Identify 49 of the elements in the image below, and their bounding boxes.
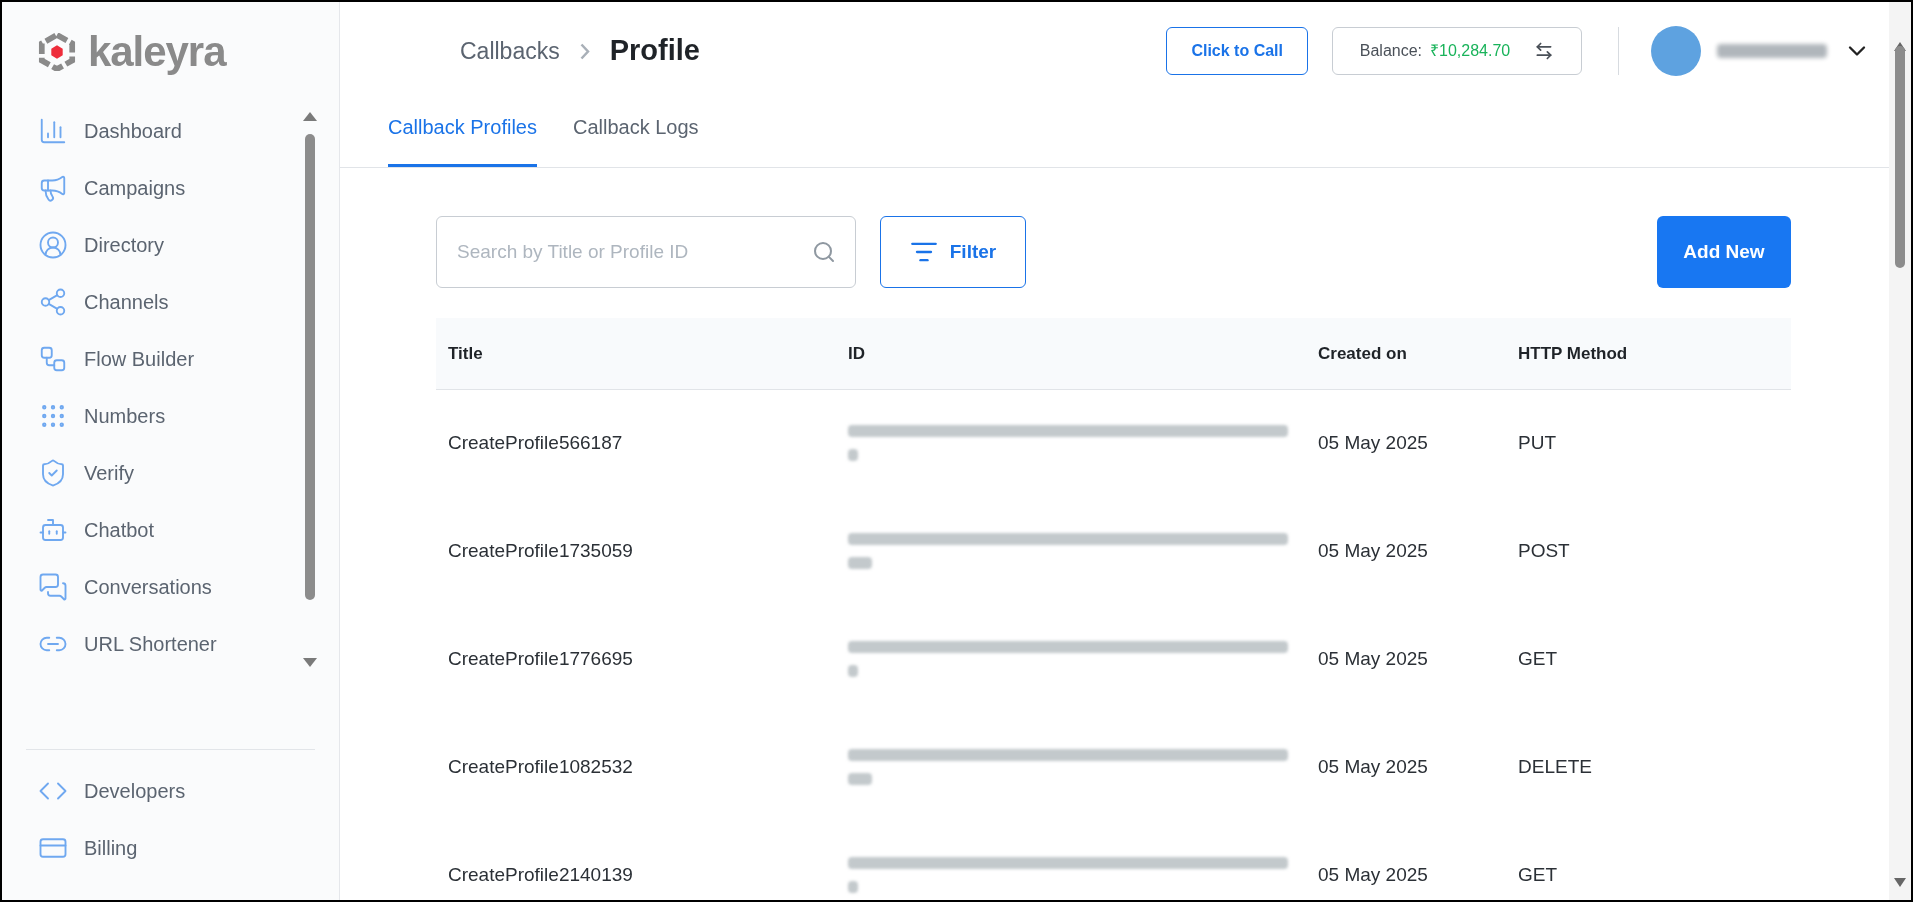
sidebar-item[interactable]: Chatbot: [2, 501, 339, 558]
logo-text: kaleyra: [88, 31, 226, 73]
table-cell: 05 May 2025: [1318, 539, 1428, 561]
sidebar-item[interactable]: Directory: [2, 216, 339, 273]
add-new-button[interactable]: Add New: [1657, 216, 1791, 288]
breadcrumb-link[interactable]: Callbacks: [460, 33, 560, 69]
page-title: Profile: [609, 33, 700, 69]
sidebar-item[interactable]: Campaigns: [2, 159, 339, 216]
nodes-icon: [38, 286, 68, 317]
table-cell: CreateProfile1776695: [448, 647, 633, 669]
chevron-right-icon: [579, 42, 590, 60]
sidebar-item[interactable]: Numbers: [2, 387, 339, 444]
sidebar-item[interactable]: Channels: [2, 273, 339, 330]
sidebar-item[interactable]: Verify: [2, 444, 339, 501]
column-header: Title: [448, 343, 483, 363]
table-cell: DELETE: [1518, 755, 1592, 777]
column-header: ID: [848, 343, 865, 363]
click-to-call-button[interactable]: Click to Call: [1166, 27, 1308, 75]
page-scrollbar[interactable]: [1889, 2, 1911, 900]
column-header: Created on: [1318, 343, 1407, 363]
search-field[interactable]: Search by Title or Profile ID: [436, 216, 856, 288]
table-cell: 05 May 2025: [1318, 647, 1428, 669]
table-cell: GET: [1518, 647, 1558, 669]
table-cell: 05 May 2025: [1318, 755, 1428, 777]
chat-bubbles-icon: [38, 571, 68, 602]
sidebar-item[interactable]: Developers: [2, 762, 339, 819]
table-cell: CreateProfile2140139: [448, 863, 633, 885]
table-cell: 05 May 2025: [1318, 863, 1428, 885]
balance-button[interactable]: Balance: ₹10,284.70: [1332, 27, 1582, 75]
table-cell: GET: [1518, 863, 1558, 885]
filter-button[interactable]: Filter: [880, 216, 1026, 288]
sidebar-item[interactable]: Billing: [2, 819, 339, 876]
sidebar-item[interactable]: Dashboard: [2, 102, 339, 159]
search-icon: [812, 240, 836, 264]
table-cell: CreateProfile566187: [448, 432, 623, 453]
table-cell: CreateProfile1082532: [448, 755, 633, 777]
table-cell: PUT: [1518, 432, 1556, 453]
tab[interactable]: Callback Profiles: [388, 112, 537, 167]
table-cell: 05 May 2025: [1318, 432, 1428, 453]
hexagon-logo-icon: [38, 33, 76, 71]
user-circle-icon: [38, 229, 68, 260]
sidebar-item[interactable]: Conversations: [2, 558, 339, 615]
sidebar-item[interactable]: Flow Builder: [2, 330, 339, 387]
table-cell: CreateProfile1735059: [448, 539, 633, 561]
tab[interactable]: Callback Logs: [572, 112, 699, 167]
avatar[interactable]: [1651, 26, 1701, 76]
table-cell: POST: [1518, 539, 1570, 561]
column-header: HTTP Method: [1518, 343, 1628, 363]
sidebar-item[interactable]: URL Shortener: [2, 615, 339, 672]
